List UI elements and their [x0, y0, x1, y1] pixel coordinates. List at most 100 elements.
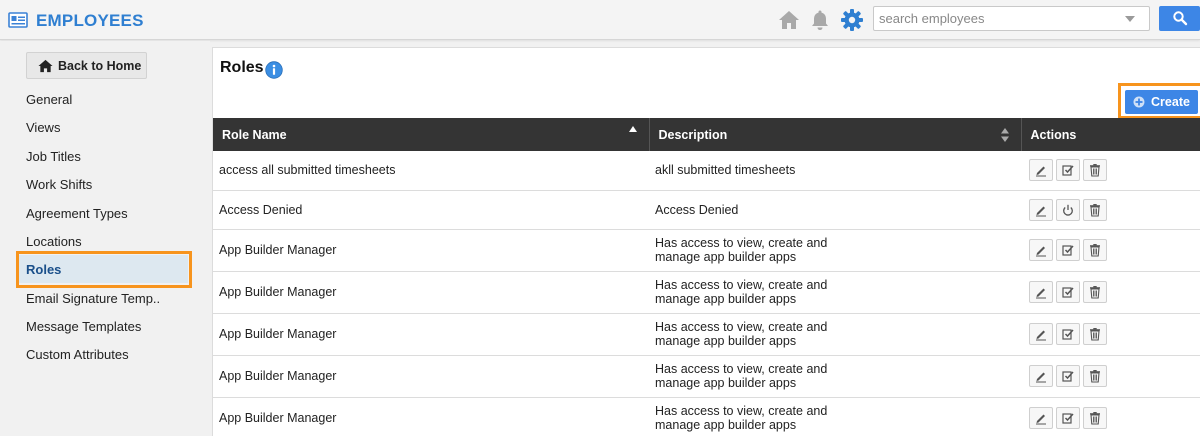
search-input[interactable] [874, 7, 1114, 30]
cell-role-name[interactable]: App Builder Manager [213, 355, 649, 398]
search-button[interactable] [1159, 6, 1200, 31]
description-text: Has access to view, create and manage ap… [655, 404, 828, 432]
toggle-button[interactable] [1056, 198, 1080, 221]
assign-button[interactable] [1056, 281, 1080, 303]
column-label-role-name: Role Name [222, 127, 287, 142]
home-icon[interactable] [777, 8, 801, 32]
sort-icon[interactable] [1000, 128, 1009, 142]
cell-actions [1021, 229, 1200, 272]
cell-role-name[interactable]: App Builder Manager [213, 313, 649, 356]
column-label-description: Description [658, 127, 728, 142]
edit-button[interactable] [1029, 159, 1053, 182]
app-logo-icon [8, 12, 28, 28]
sidebar-item-job-titles[interactable]: Job Titles [16, 142, 188, 170]
cell-role-name[interactable]: App Builder Manager [213, 229, 649, 272]
plus-circle-icon [1133, 96, 1145, 108]
back-to-home-button[interactable]: Back to Home [26, 52, 147, 79]
delete-button[interactable] [1083, 407, 1107, 429]
cell-role-name[interactable]: access all submitted timesheets [213, 151, 649, 191]
trash-icon [1090, 412, 1100, 425]
assign-icon [1062, 165, 1074, 176]
edit-icon [1036, 206, 1046, 216]
sidebar: Back to Home General Views Job Titles Wo… [0, 41, 210, 436]
table-row[interactable]: App Builder Manager Has access to view, c… [213, 397, 1200, 436]
assign-icon [1062, 413, 1074, 424]
sort-ascending-icon[interactable] [628, 126, 637, 132]
edit-icon [1036, 372, 1046, 383]
edit-button[interactable] [1029, 281, 1053, 303]
trash-icon [1090, 286, 1100, 299]
delete-button[interactable] [1083, 365, 1107, 387]
trash-icon [1090, 203, 1100, 217]
trash-icon [1090, 328, 1100, 341]
edit-button[interactable] [1029, 407, 1053, 429]
table-row[interactable]: App Builder Manager Has access to view, c… [213, 355, 1200, 398]
delete-button[interactable] [1083, 198, 1107, 221]
description-text: akll submitted timesheets [655, 163, 796, 178]
delete-button[interactable] [1083, 159, 1107, 182]
sidebar-item-message-templates[interactable]: Message Templates [16, 312, 188, 340]
create-button-label: Create [1151, 95, 1190, 109]
cell-role-name[interactable]: App Builder Manager [213, 271, 649, 314]
assign-button[interactable] [1056, 323, 1080, 345]
cell-description: akll submitted timesheets [649, 151, 1021, 191]
sidebar-item-views[interactable]: Views [16, 113, 188, 141]
trash-icon [1090, 244, 1100, 257]
assign-button[interactable] [1056, 159, 1080, 182]
cell-actions [1021, 190, 1200, 230]
search-employees-field[interactable] [873, 6, 1150, 31]
assign-icon [1062, 287, 1074, 298]
delete-button[interactable] [1083, 323, 1107, 345]
column-header-actions: Actions [1021, 118, 1200, 151]
assign-button[interactable] [1056, 239, 1080, 261]
sidebar-item-email-signature-templates[interactable]: Email Signature Temp.. [16, 284, 188, 312]
table-row[interactable]: App Builder Manager Has access to view, c… [213, 229, 1200, 272]
edit-button[interactable] [1029, 239, 1053, 261]
delete-button[interactable] [1083, 281, 1107, 303]
edit-button[interactable] [1029, 365, 1053, 387]
column-header-description[interactable]: Description [649, 118, 1022, 151]
sidebar-item-locations[interactable]: Locations [16, 227, 188, 255]
assign-icon [1062, 329, 1074, 340]
sidebar-item-general[interactable]: General [16, 85, 188, 113]
sidebar-item-agreement-types[interactable]: Agreement Types [16, 199, 188, 227]
column-header-role-name[interactable]: Role Name [213, 118, 650, 151]
edit-icon [1036, 166, 1046, 177]
main-panel: Roles Create Role Name Description Actio… [212, 47, 1200, 436]
sidebar-item-roles[interactable]: Roles [16, 255, 188, 283]
assign-button[interactable] [1056, 407, 1080, 429]
delete-button[interactable] [1083, 239, 1107, 261]
assign-icon [1062, 245, 1074, 256]
edit-button[interactable] [1029, 323, 1053, 345]
cell-actions [1021, 151, 1200, 191]
app-title[interactable]: EMPLOYEES [36, 11, 144, 31]
gear-icon[interactable] [840, 8, 864, 32]
create-button[interactable]: Create [1125, 90, 1198, 114]
cell-description: Has access to view, create and manage ap… [649, 229, 1021, 272]
roles-table: Role Name Description Actions access all… [213, 118, 1200, 436]
cell-description: Access Denied [649, 190, 1021, 230]
cell-description: Has access to view, create and manage ap… [649, 355, 1021, 398]
edit-button[interactable] [1029, 198, 1053, 221]
cell-actions [1021, 271, 1200, 314]
table-row[interactable]: Access Denied Access Denied [213, 190, 1200, 230]
assign-button[interactable] [1056, 365, 1080, 387]
chevron-down-icon[interactable] [1125, 16, 1135, 22]
trash-icon [1090, 164, 1100, 177]
description-text: Has access to view, create and manage ap… [655, 236, 828, 264]
table-row[interactable]: App Builder Manager Has access to view, c… [213, 313, 1200, 356]
cell-role-name[interactable]: Access Denied [213, 190, 649, 230]
edit-icon [1036, 414, 1046, 425]
description-text: Access Denied [655, 202, 739, 217]
edit-icon [1036, 288, 1046, 299]
sidebar-item-work-shifts[interactable]: Work Shifts [16, 170, 188, 198]
bell-icon[interactable] [808, 8, 832, 32]
info-icon[interactable] [265, 61, 283, 79]
cell-role-name[interactable]: App Builder Manager [213, 397, 649, 436]
description-text: Has access to view, create and manage ap… [655, 362, 828, 390]
sidebar-item-custom-attributes[interactable]: Custom Attributes [16, 340, 188, 368]
table-header-row: Role Name Description Actions [213, 118, 1200, 151]
table-row[interactable]: access all submitted timesheets akll subm… [213, 151, 1200, 191]
table-row[interactable]: App Builder Manager Has access to view, c… [213, 271, 1200, 314]
page-title: Roles [220, 59, 264, 76]
